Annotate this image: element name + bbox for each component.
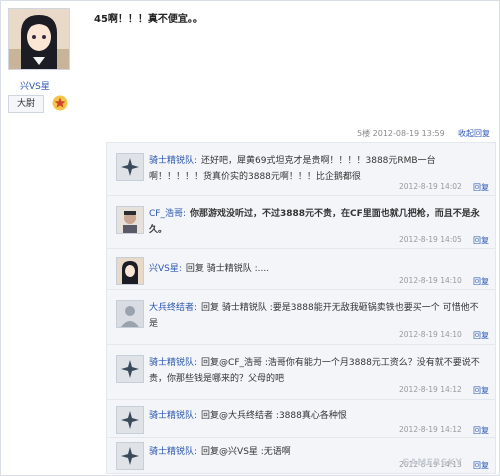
rank-star-badge-icon — [52, 95, 68, 111]
comment-time: 2012-8-19 14:02 — [399, 182, 462, 191]
comment-time: 2012-8-19 14:12 — [399, 425, 462, 434]
post-time: 2012-08-19 13:59 — [372, 129, 445, 138]
comment-reply-link[interactable]: 回复 — [473, 235, 489, 246]
comment-time: 2012-8-19 14:12 — [399, 385, 462, 394]
post-content: 45啊！！！真不便宜。。 — [94, 14, 203, 25]
comment-item: 大兵终结者: 回复 骑士精锐队 :要是3888能开无敌我砸锅卖铁也要买一个 可惜他… — [107, 290, 495, 345]
comment-reply-link[interactable]: 回复 — [473, 182, 489, 193]
knight-cross-avatar-icon[interactable] — [116, 406, 144, 434]
collapse-replies-link[interactable]: 收起回复 — [458, 128, 490, 139]
comment-item: 骑士精锐队: 回复@CF_浩哥 :浩哥你有能力一个月3888元工资么？没有就不要说… — [107, 345, 495, 400]
comment-user[interactable]: 兴VS星: — [149, 264, 182, 274]
comment-user[interactable]: 骑士精锐队: — [149, 358, 197, 368]
comment-time: 2012-8-19 14:10 — [399, 330, 462, 339]
knight-cross-avatar-icon[interactable] — [116, 153, 144, 181]
anime-girl-avatar-icon — [9, 9, 69, 69]
comment-text: 回复@大兵终结者 :3888真心各种恨 — [201, 411, 347, 421]
rank-label: 大尉 — [8, 95, 44, 113]
site-watermark: GAMERSKY — [402, 458, 463, 468]
comment-item: 骑士精锐队: 回复@大兵终结者 :3888真心各种恨 2012-8-19 14:1… — [107, 400, 495, 438]
knight-cross-avatar-icon[interactable] — [116, 355, 144, 383]
comment-text: 你那游戏没听过，不过3888元不贵，在CF里面也就几把枪，而且不是永久。 — [149, 209, 480, 235]
comment-text: 回复@CF_浩哥 :浩哥你有能力一个月3888元工资么？没有就不要说不贵，你那些… — [149, 358, 480, 384]
comment-time: 2012-8-19 14:05 — [399, 235, 462, 244]
comment-list: 骑士精锐队: 还好吧，犀黄69式坦克才是贵啊！！！！3888元RMB一台啊！！！！… — [106, 142, 496, 474]
comment-time: 2012-8-19 14:10 — [399, 276, 462, 285]
comment-user[interactable]: 骑士精锐队: — [149, 411, 197, 421]
comment-item: 兴VS星: 回复 骑士精锐队 :.... 2012-8-19 14:10 回复 — [107, 249, 495, 290]
comment-text: 回复 骑士精锐队 :要是3888能开无敌我砸锅卖铁也要买一个 可惜他不是 — [149, 303, 479, 329]
author-name[interactable]: 兴VS星 — [20, 79, 50, 92]
comment-user[interactable]: CF_浩哥: — [149, 209, 186, 219]
comment-user[interactable]: 大兵终结者: — [149, 303, 197, 313]
post-floor: 5楼 — [357, 129, 371, 138]
comment-item: 骑士精锐队: 还好吧，犀黄69式坦克才是贵啊！！！！3888元RMB一台啊！！！！… — [107, 143, 495, 196]
anime-girl-avatar-icon[interactable] — [116, 257, 144, 285]
comment-user[interactable]: 骑士精锐队: — [149, 447, 197, 457]
comment-reply-link[interactable]: 回复 — [473, 385, 489, 396]
comment-reply-link[interactable]: 回复 — [473, 330, 489, 341]
comment-user[interactable]: 骑士精锐队: — [149, 156, 197, 166]
author-avatar[interactable] — [8, 8, 70, 70]
comment-reply-link[interactable]: 回复 — [473, 425, 489, 436]
cf-player-avatar-icon[interactable] — [116, 206, 144, 234]
author-rank: 大尉 — [8, 95, 68, 113]
post-meta: 5楼 2012-08-19 13:59 — [357, 128, 445, 139]
default-user-avatar-icon[interactable] — [116, 300, 144, 328]
comment-text: 回复@兴VS星 :无语啊 — [201, 447, 291, 457]
comment-reply-link[interactable]: 回复 — [473, 460, 489, 471]
comment-item: CF_浩哥: 你那游戏没听过，不过3888元不贵，在CF里面也就几把枪，而且不是永… — [107, 196, 495, 249]
comment-text: 回复 骑士精锐队 :.... — [185, 264, 270, 274]
knight-cross-avatar-icon[interactable] — [116, 442, 144, 470]
comment-reply-link[interactable]: 回复 — [473, 276, 489, 287]
